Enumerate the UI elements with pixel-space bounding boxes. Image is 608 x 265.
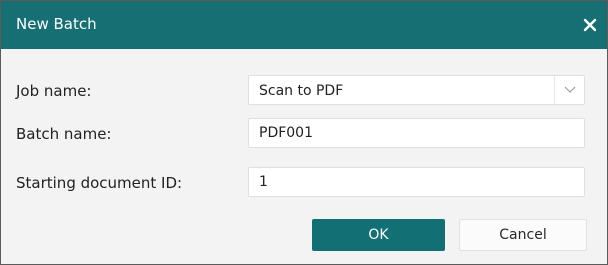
job-name-value: Scan to PDF [259, 83, 344, 99]
dialog-title: New Batch [16, 15, 97, 33]
batch-name-label: Batch name: [16, 125, 112, 143]
starting-document-id-input[interactable] [249, 168, 584, 196]
close-icon [583, 18, 597, 32]
starting-document-id-label: Starting document ID: [16, 174, 183, 192]
job-name-label: Job name: [16, 82, 92, 100]
starting-document-id-field[interactable] [248, 167, 585, 197]
job-name-select[interactable]: Scan to PDF [248, 75, 585, 105]
chevron-down-icon[interactable] [562, 84, 578, 96]
select-divider [554, 76, 555, 104]
new-batch-dialog: New Batch Job name: Scan to PDF Batch na… [0, 0, 608, 265]
cancel-button[interactable]: Cancel [459, 219, 587, 251]
batch-name-field[interactable] [248, 118, 585, 148]
batch-name-input[interactable] [249, 119, 584, 147]
ok-button[interactable]: OK [312, 219, 445, 251]
close-button[interactable] [575, 11, 605, 39]
title-bar: New Batch [1, 1, 607, 49]
